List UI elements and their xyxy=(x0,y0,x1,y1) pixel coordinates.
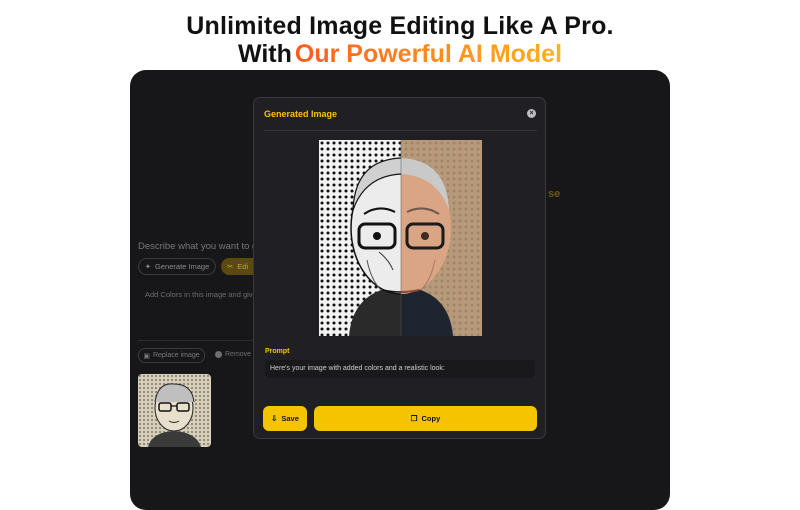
image-icon: ▣ xyxy=(143,352,150,360)
generated-image xyxy=(319,140,482,336)
copy-button[interactable]: ❐ Copy xyxy=(314,406,537,431)
modal-divider xyxy=(264,130,537,131)
headline-highlight: Our Powerful AI Model xyxy=(294,40,563,68)
replace-image-button[interactable]: ▣ Replace image xyxy=(138,348,205,363)
split-portrait-image xyxy=(319,140,482,336)
save-label: Save xyxy=(281,414,299,423)
remove-button[interactable]: Remove xyxy=(215,351,251,358)
divider xyxy=(138,340,258,341)
sparkle-icon: ✦ xyxy=(144,262,152,271)
modal-title: Generated Image xyxy=(264,109,338,119)
copy-label: Copy xyxy=(421,414,441,423)
describe-label: Describe what you want to ge xyxy=(138,241,263,252)
headline-line-2: With Our Powerful AI Model xyxy=(0,40,800,68)
generate-image-button[interactable]: ✦ Generate Image xyxy=(138,258,216,275)
download-icon: ⇩ xyxy=(271,414,278,423)
remove-label: Remove xyxy=(225,351,252,358)
headline: Unlimited Image Editing Like A Pro. With… xyxy=(0,12,800,68)
prompt-label: Prompt xyxy=(265,348,290,355)
background-prompt-text[interactable]: Add Colors in this image and give i xyxy=(145,290,260,299)
edit-image-label: Edi xyxy=(237,262,249,271)
save-button[interactable]: ⇩ Save xyxy=(263,406,307,431)
replace-image-label: Replace image xyxy=(152,352,200,359)
sketch-portrait-image xyxy=(138,374,211,447)
background-heading-fragment: se xyxy=(548,188,561,200)
uploaded-image-thumbnail[interactable] xyxy=(138,374,211,447)
generated-image-modal: Generated Image × Prompt Here's your ima… xyxy=(253,97,546,439)
headline-prefix: With xyxy=(237,40,292,68)
close-icon[interactable]: × xyxy=(527,109,536,118)
remove-icon xyxy=(215,351,222,358)
copy-icon: ❐ xyxy=(410,414,418,423)
headline-line-1: Unlimited Image Editing Like A Pro. xyxy=(186,12,614,40)
scissors-icon: ✂ xyxy=(227,262,234,271)
prompt-text: Here's your image with added colors and … xyxy=(265,360,535,378)
generate-image-label: Generate Image xyxy=(155,262,210,271)
